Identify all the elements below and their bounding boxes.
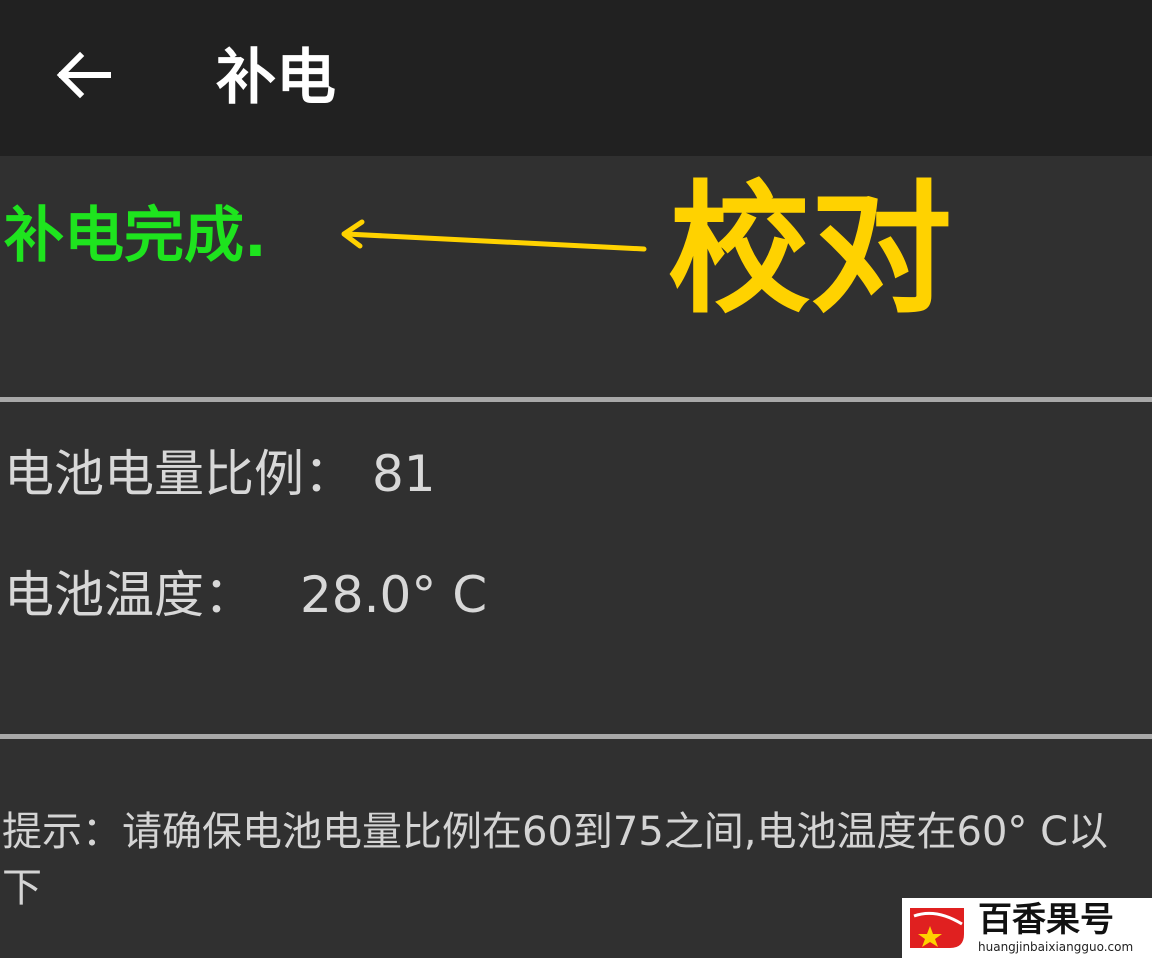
page-title: 补电 <box>216 43 336 113</box>
watermark: 百香果号 huangjinbaixiangguo.com <box>902 898 1152 958</box>
battery-level-value: 81 <box>372 445 436 503</box>
divider-bottom <box>0 734 1152 739</box>
battery-level-row: 电池电量比例： 81 <box>4 442 436 506</box>
annotation-label: 校对 <box>668 168 952 333</box>
battery-level-label: 电池电量比例： <box>4 445 354 503</box>
back-button[interactable] <box>44 38 124 118</box>
watermark-title: 百香果号 <box>978 900 1114 940</box>
arrow-left-icon <box>56 51 111 99</box>
battery-temp-row: 电池温度： 28.0° C <box>4 563 487 627</box>
divider-top <box>0 397 1152 402</box>
battery-temp-value: 28.0° C <box>300 566 488 624</box>
annotation-arrow-icon <box>341 219 647 252</box>
battery-temp-label: 电池温度： <box>4 566 254 624</box>
status-message: 补电完成. <box>4 201 267 271</box>
star-logo-icon <box>910 908 964 948</box>
app-bar: 补电 <box>0 0 1152 156</box>
watermark-url: huangjinbaixiangguo.com <box>978 940 1134 954</box>
